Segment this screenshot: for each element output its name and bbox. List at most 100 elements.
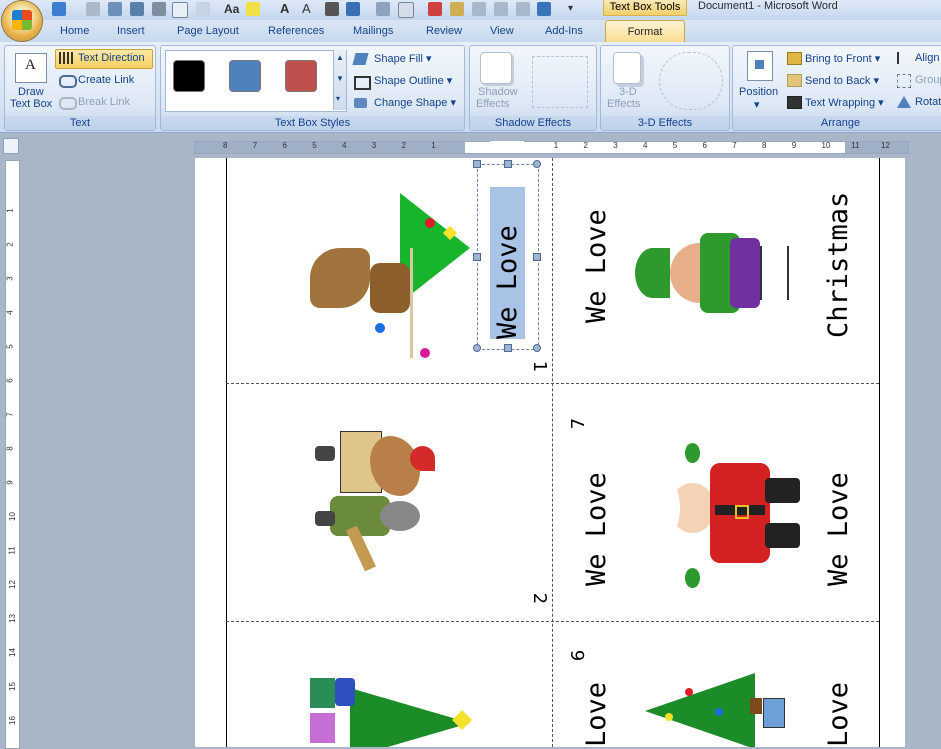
- dog-clipart[interactable]: [310, 426, 440, 576]
- style-swatch-red[interactable]: [285, 60, 317, 92]
- tab-references[interactable]: References: [268, 25, 324, 37]
- resize-handle[interactable]: [533, 344, 541, 352]
- nudge-shadow-icon[interactable]: [532, 56, 588, 108]
- shape-outline-button[interactable]: Shape Outline ▾: [374, 74, 452, 87]
- group-button[interactable]: Group: [915, 74, 941, 86]
- selected-text-box[interactable]: We Love: [477, 164, 539, 350]
- break-link-button[interactable]: Break Link: [78, 96, 130, 108]
- resize-handle[interactable]: [473, 160, 481, 168]
- tab-home[interactable]: Home: [60, 25, 89, 37]
- ruler-number: 1: [431, 141, 436, 150]
- vruler-number: 10: [7, 512, 17, 521]
- tab-view[interactable]: View: [490, 25, 514, 37]
- edit-icon[interactable]: [450, 2, 464, 16]
- send-to-back-button[interactable]: Send to Back ▾: [805, 74, 879, 87]
- barcode-icon[interactable]: [325, 2, 339, 16]
- gallery-scroll[interactable]: ▲ ▼ ▾: [333, 50, 346, 110]
- santa-clipart[interactable]: [635, 443, 805, 588]
- draw-text-box-label-2[interactable]: Text Box: [10, 98, 52, 110]
- create-link-button[interactable]: Create Link: [78, 74, 134, 86]
- grid-icon[interactable]: [472, 2, 486, 16]
- align-button[interactable]: Align: [915, 52, 939, 64]
- tab-review[interactable]: Review: [426, 25, 462, 37]
- tree-clipart-left[interactable]: [305, 673, 475, 747]
- fill-icon[interactable]: [346, 2, 360, 16]
- shadow-effects-icon[interactable]: [480, 52, 512, 84]
- fold-line-1: [226, 383, 879, 384]
- tab-page-layout[interactable]: Page Layout: [177, 25, 239, 37]
- layout-icon[interactable]: [516, 2, 530, 16]
- change-shape-button[interactable]: Change Shape ▾: [374, 96, 456, 109]
- office-button[interactable]: [2, 1, 42, 41]
- resize-handle[interactable]: [504, 344, 512, 352]
- change-shape-label: Change Shape: [374, 97, 448, 109]
- resize-handle[interactable]: [473, 344, 481, 352]
- resize-handle[interactable]: [473, 253, 481, 261]
- bring-to-front-button[interactable]: Bring to Front ▾: [805, 52, 880, 65]
- draw-text-box-label-1[interactable]: Draw: [18, 86, 44, 98]
- resize-handle[interactable]: [504, 160, 512, 168]
- draw-text-box-icon[interactable]: A: [15, 53, 47, 83]
- resize-handle[interactable]: [533, 160, 541, 168]
- position-dropdown-icon[interactable]: ▾: [754, 98, 760, 111]
- rotate-button[interactable]: Rotate: [915, 96, 941, 108]
- tab-insert[interactable]: Insert: [117, 25, 145, 37]
- shrink-font-icon[interactable]: A: [302, 1, 311, 16]
- print-icon[interactable]: [152, 2, 166, 16]
- image-icon[interactable]: [376, 2, 390, 16]
- document-page[interactable]: We Love 1 We Love Christmas 2 We Love 7: [195, 158, 905, 747]
- new-document-icon[interactable]: [172, 2, 188, 18]
- check-icon[interactable]: [537, 2, 551, 16]
- 3d-effects-label-2[interactable]: Effects: [607, 98, 640, 110]
- style-swatch-blue[interactable]: [229, 60, 261, 92]
- shape-fill-button[interactable]: Shape Fill ▾: [374, 52, 432, 65]
- insert-icon[interactable]: [398, 2, 414, 18]
- vertical-ruler[interactable]: 1 2 3 4 5 6 7 8 9 10 11 12 13 14 15 16: [5, 160, 20, 749]
- ruler-number: 7: [252, 141, 258, 150]
- 3d-effects-icon[interactable]: [613, 52, 641, 84]
- text-direction-button[interactable]: Text Direction: [55, 49, 153, 69]
- vruler-number: 7: [5, 412, 15, 417]
- vruler-number: 4: [5, 310, 15, 315]
- horizontal-ruler[interactable]: 8 7 6 5 4 3 2 1 1 2 3 4 5 6 7 8 9 10 11 12: [194, 141, 909, 154]
- tab-mailings[interactable]: Mailings: [353, 25, 393, 37]
- style-swatch-black[interactable]: [173, 60, 205, 92]
- spelling-icon[interactable]: [108, 2, 122, 16]
- scroll-up-icon[interactable]: ▲: [336, 53, 344, 62]
- customize-qat-icon[interactable]: ▾: [568, 3, 573, 14]
- highlight-icon[interactable]: [246, 2, 260, 16]
- position-label[interactable]: Position: [739, 86, 778, 98]
- text-wrapping-button[interactable]: Text Wrapping ▾: [805, 96, 884, 109]
- font-icon[interactable]: Aa: [224, 2, 239, 16]
- undo-icon[interactable]: [52, 2, 66, 16]
- scroll-down-icon[interactable]: ▼: [336, 74, 344, 83]
- tab-selector-icon[interactable]: [3, 138, 19, 154]
- tab-add-ins[interactable]: Add-Ins: [545, 25, 583, 37]
- table-icon[interactable]: [196, 2, 210, 16]
- position-icon[interactable]: [747, 51, 773, 81]
- delete-icon[interactable]: [428, 2, 442, 16]
- text-direction-label: Text Direction: [78, 52, 145, 64]
- tree-clipart-right[interactable]: [635, 668, 795, 747]
- tilt-icon[interactable]: [659, 52, 723, 110]
- shape-fill-icon: [352, 53, 369, 65]
- 3d-effects-label-1[interactable]: 3-D: [619, 86, 637, 98]
- elf-clipart[interactable]: [630, 218, 790, 328]
- gallery-more-icon[interactable]: ▾: [336, 94, 340, 103]
- tab-format[interactable]: Format: [605, 20, 685, 43]
- 3d-effects-label: 3-D Effects: [601, 116, 729, 130]
- redo-icon[interactable]: [86, 2, 100, 16]
- cell4-text-we-love-right: We Love: [823, 472, 854, 586]
- shadow-effects-label-2[interactable]: Effects: [476, 98, 509, 110]
- grid2-icon[interactable]: [494, 2, 508, 16]
- ruler-number: 4: [342, 141, 347, 150]
- grow-font-icon[interactable]: A: [280, 1, 289, 16]
- text-box-content[interactable]: We Love: [492, 225, 523, 339]
- reindeer-clipart[interactable]: [300, 178, 470, 358]
- ruler-number: 7: [732, 141, 737, 150]
- page-number-1: 1: [529, 360, 551, 373]
- shadow-effects-label-1[interactable]: Shadow: [478, 86, 518, 98]
- ruler-marker[interactable]: [490, 141, 524, 153]
- resize-handle[interactable]: [533, 253, 541, 261]
- save-icon[interactable]: [130, 2, 144, 16]
